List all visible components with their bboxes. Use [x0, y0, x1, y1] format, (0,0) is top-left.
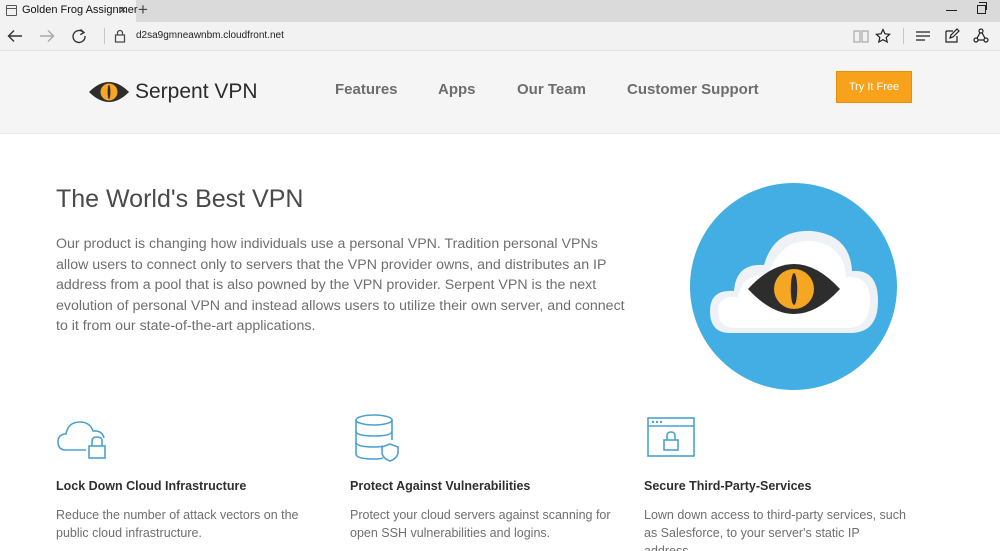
feature-title: Secure Third-Party-Services	[644, 479, 812, 493]
hub-icon[interactable]	[914, 27, 932, 45]
browser-lock-icon	[647, 417, 695, 457]
browser-tab-bar: Golden Frog Assignmer × +	[0, 0, 1000, 22]
cloud-lock-icon	[57, 421, 106, 459]
brand-logo[interactable]: Serpent VPN	[88, 77, 258, 107]
site-header: Serpent VPN Features Apps Our Team Custo…	[0, 51, 1000, 134]
nav-link-customer-support[interactable]: Customer Support	[627, 81, 759, 98]
feature-text: Protect your cloud servers against scann…	[350, 508, 611, 540]
minimize-icon[interactable]	[946, 4, 957, 16]
forward-icon[interactable]	[37, 26, 57, 46]
feature-title: Lock Down Cloud Infrastructure	[56, 479, 247, 493]
feature-text: Reduce the number of attack vectors on t…	[56, 508, 299, 540]
new-tab-icon[interactable]: +	[138, 1, 148, 19]
database-shield-icon	[355, 414, 399, 462]
browser-tab[interactable]: Golden Frog Assignmer ×	[0, 0, 138, 22]
feature-card: Secure Third-Party-Services Lown down ac…	[644, 414, 924, 551]
back-icon[interactable]	[5, 26, 25, 46]
serpent-eye-icon	[89, 82, 129, 102]
reading-view-icon[interactable]	[852, 27, 870, 45]
address-separator	[104, 28, 105, 44]
feature-title: Protect Against Vulnerabilities	[350, 479, 531, 493]
hero-title: The World's Best VPN	[56, 185, 304, 213]
feature-text: Lown down access to third-party services…	[644, 508, 906, 551]
nav-link-features[interactable]: Features	[335, 81, 398, 98]
refresh-icon[interactable]	[69, 26, 89, 46]
share-icon[interactable]	[972, 27, 990, 45]
tab-close-icon[interactable]: ×	[119, 3, 127, 17]
page-icon	[6, 5, 17, 16]
restore-icon[interactable]	[977, 2, 987, 14]
hero-description: Our product is changing how individuals …	[56, 236, 625, 335]
web-note-icon[interactable]	[943, 27, 961, 45]
feature-card: Lock Down Cloud Infrastructure Reduce th…	[56, 414, 336, 540]
nav-link-apps[interactable]: Apps	[438, 81, 476, 98]
favorite-star-icon[interactable]	[874, 27, 892, 45]
try-it-free-button[interactable]: Try It Free	[836, 71, 912, 103]
browser-address-bar: d2sa9gmneawnbm.cloudfront.net	[0, 22, 1000, 51]
brand-name: Serpent VPN	[135, 80, 258, 103]
nav-link-our-team[interactable]: Our Team	[517, 81, 586, 98]
toolbar-separator	[903, 28, 904, 44]
cloud-eye-logo	[690, 183, 897, 390]
feature-card: Protect Against Vulnerabilities Protect …	[350, 414, 630, 540]
lock-icon[interactable]	[110, 26, 130, 46]
address-url[interactable]: d2sa9gmneawnbm.cloudfront.net	[136, 30, 284, 41]
